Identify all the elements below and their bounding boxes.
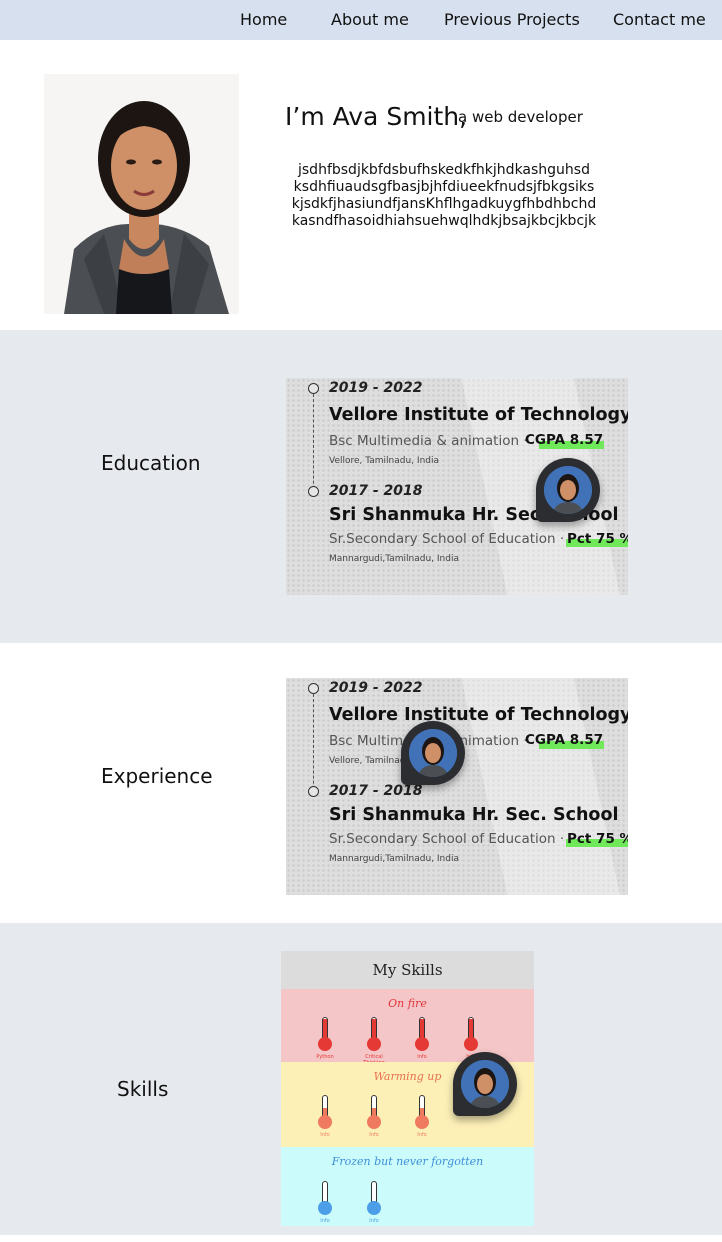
timeline-grade: CGPA 8.57 [525,732,604,748]
hero-section: I’m Ava Smith, a web developer jsdhfbsdj… [0,40,722,330]
skill-label: Info [417,1132,427,1138]
thermometer-icon [367,1095,381,1129]
thermometer-icon [318,1181,332,1215]
hero-line: kasndfhasoidhiahsuehwqlhdkjbsajkbcjkbcjk [291,213,597,229]
skill-group-frozen: Frozen but never forgotten Info Info [281,1147,534,1226]
timeline-location: Vellore, Tamilnadu, India [329,456,439,466]
timeline-year: 2017 - 2018 [329,483,423,499]
timeline-school: Sri Shanmuka Hr. Sec. School [329,805,619,825]
timeline-year: 2019 - 2022 [329,380,423,396]
timeline-grade: Pct 75 % [567,831,628,847]
thermometer-icon [318,1017,332,1051]
thermometer-icon [367,1017,381,1051]
avatar-chat-bubble[interactable] [536,458,600,522]
thermometer-icon [367,1181,381,1215]
skill-label: Info [320,1218,330,1224]
thermometer-icon [318,1095,332,1129]
page-footer-strip [0,1235,722,1242]
top-navigation: Home About me Previous Projects Contact … [0,0,722,40]
nav-projects-link[interactable]: Previous Projects [444,10,580,29]
skill-label: Info [369,1218,379,1224]
thermometer-icon [415,1017,429,1051]
timeline-year: 2019 - 2022 [329,680,423,696]
avatar [544,466,592,514]
timeline-school: Vellore Institute of Technology [329,405,628,425]
avatar [409,729,457,777]
timeline-grade: Pct 75 % [567,531,628,547]
timeline-dot [308,486,319,497]
timeline-degree: Sr.Secondary School of Education · [329,531,565,547]
skill-group-on-fire: On fire PythonCritical ThinkingInfoInfo [281,989,534,1066]
timeline-grade: CGPA 8.57 [525,432,604,448]
skill-label: Python [316,1054,334,1060]
profile-photo [44,74,239,314]
skills-card-title: My Skills [281,951,534,989]
avatar [461,1060,509,1108]
nav-contact-link[interactable]: Contact me [613,10,706,29]
experience-heading: Experience [101,764,213,788]
timeline-location: Mannargudi,Tamilnadu, India [329,554,459,564]
nav-about-link[interactable]: About me [331,10,409,29]
hero-line: jsdhfbsdjkbfdsbufhskedkfhkjhdkashguhsd [298,162,590,178]
timeline-dot [308,683,319,694]
timeline-year: 2017 - 2018 [329,783,423,799]
avatar-chat-bubble[interactable] [453,1052,517,1116]
hero-title: I’m Ava Smith, [285,102,468,131]
timeline-school: Vellore Institute of Technology [329,705,628,725]
skill-label: Info [417,1054,427,1060]
skill-group-title: On fire [388,997,427,1010]
timeline-line [313,394,314,494]
timeline-degree: Bsc Multimedia & animation · [329,433,528,449]
experience-card: 2019 - 2022 Vellore Institute of Technol… [286,678,628,895]
skill-label: Info [369,1132,379,1138]
education-heading: Education [101,451,201,475]
timeline-dot [308,383,319,394]
timeline-dot [308,786,319,797]
skill-group-title: Frozen but never forgotten [331,1155,484,1168]
skills-heading: Skills [117,1077,169,1101]
hero-description: jsdhfbsdjkbfdsbufhskedkfhkjhdkashguhsd k… [270,162,618,230]
hero-line: ksdhfiuaudsgfbasjbjhfdiueekfnudsjfbkgsik… [293,179,595,195]
avatar-chat-bubble[interactable] [401,721,465,785]
timeline-line [313,694,314,794]
skill-label: Info [320,1132,330,1138]
timeline-location: Mannargudi,Tamilnadu, India [329,854,459,864]
hero-line: kjsdkfjhasiundfjansKhflhgadkuygfhbdhbchd [291,196,597,212]
timeline-degree: Sr.Secondary School of Education · [329,831,565,847]
thermometer-icon [415,1095,429,1129]
nav-home-link[interactable]: Home [240,10,287,29]
hero-subtitle: a web developer [458,108,583,126]
thermometer-icon [464,1017,478,1051]
